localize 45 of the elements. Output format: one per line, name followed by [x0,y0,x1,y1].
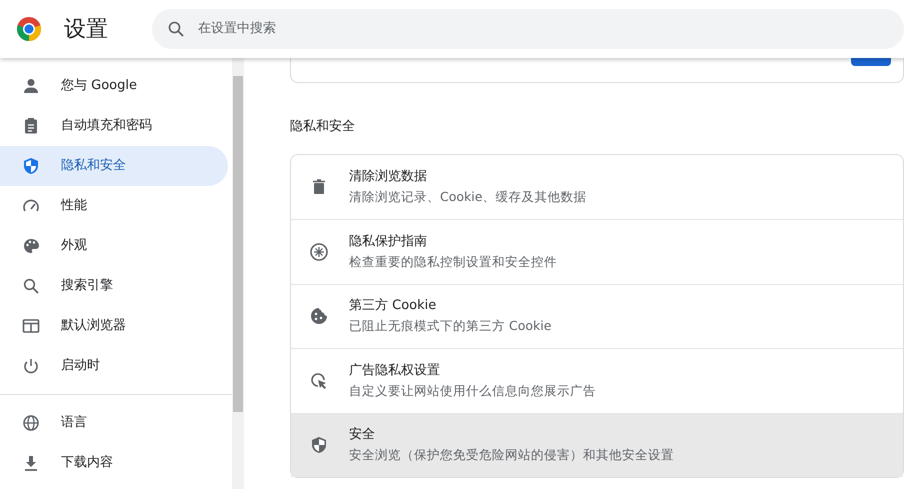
section-title: 隐私和安全 [290,118,356,136]
search-icon [168,21,184,37]
sidebar-item[interactable]: 性能 [0,186,228,226]
sidebar-item[interactable]: 下载内容 [0,443,228,483]
sidebar-item[interactable]: 语言 [0,403,228,443]
sidebar-item[interactable]: 隐私和安全 [0,146,228,186]
clipboard-icon [22,117,40,135]
sidebar-item[interactable]: 启动时 [0,346,228,386]
settings-row[interactable]: 第三方 Cookie 已阻止无痕模式下的第三方 Cookie [291,284,903,348]
compass-icon [309,242,329,262]
page-title: 设置 [64,16,108,44]
browser-logo-icon [16,16,42,42]
palette-icon [22,237,40,255]
row-title: 第三方 Cookie [349,297,438,316]
globe-icon [22,414,40,432]
power-icon [22,357,40,375]
row-description: 安全浏览（保护您免受危险网站的侵害）和其他安全设置 [349,446,674,464]
download-icon [22,454,40,472]
cookie-icon [309,306,329,326]
row-description: 检查重要的隐私控制设置和安全控件 [349,252,557,271]
search-field[interactable]: 在设置中搜索 [152,9,904,49]
shield-icon [22,157,40,175]
browser-window-icon [22,317,40,335]
sidebar-item[interactable]: 自动填充和密码 [0,106,228,146]
row-description: 自定义要让网站使用什么信息向您展示广告 [349,382,596,400]
action-button[interactable] [851,58,891,66]
person-icon [22,77,40,95]
settings-row[interactable]: 安全 安全浏览（保护您免受危险网站的侵害）和其他安全设置 [291,412,903,477]
row-title: 隐私保护指南 [349,232,428,251]
sidebar-item[interactable]: 搜索引擎 [0,266,228,306]
search-input[interactable]: 在设置中搜索 [196,18,370,40]
row-description: 已阻止无痕模式下的第三方 Cookie [349,317,552,336]
row-title: 广告隐私权设置 [349,362,441,380]
cursor-icon [309,370,329,391]
search-icon [22,277,40,295]
row-description: 清除浏览记录、Cookie、缓存及其他数据 [349,188,586,206]
shield-icon [309,435,329,456]
scrollbar-thumb[interactable] [233,76,243,412]
settings-row[interactable]: 隐私保护指南 检查重要的隐私控制设置和安全控件 [291,219,903,284]
sidebar-item[interactable]: 您与 Google [0,66,228,106]
row-title: 清除浏览数据 [349,168,428,186]
settings-row[interactable]: 清除浏览数据 清除浏览记录、Cookie、缓存及其他数据 [291,154,903,219]
sidebar-item[interactable]: 外观 [0,226,228,266]
sidebar-item[interactable]: 默认浏览器 [0,306,228,346]
row-title: 安全 [349,426,376,444]
